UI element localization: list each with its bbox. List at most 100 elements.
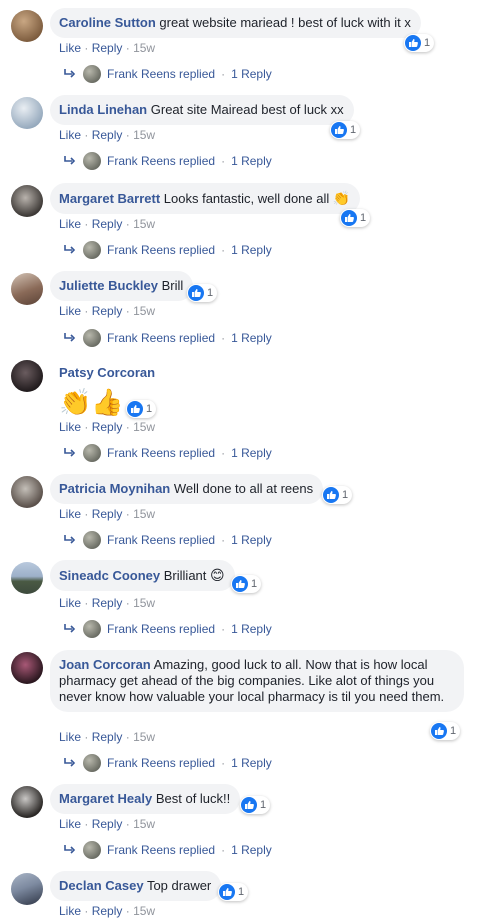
- reaction-count[interactable]: 1: [240, 796, 271, 814]
- comment-author[interactable]: Linda Linehan: [59, 102, 147, 117]
- like-link[interactable]: Like: [59, 596, 81, 610]
- reaction-count[interactable]: 1: [187, 284, 218, 302]
- replier-name[interactable]: Frank Reens replied: [107, 154, 215, 168]
- avatar[interactable]: [11, 562, 43, 594]
- reaction-count[interactable]: 1: [322, 486, 353, 504]
- timestamp[interactable]: 15w: [133, 596, 155, 610]
- comment-author[interactable]: Patsy Corcoran: [59, 365, 155, 380]
- reply-count[interactable]: 1 Reply: [231, 446, 272, 460]
- comment-author[interactable]: Caroline Sutton: [59, 15, 156, 30]
- timestamp[interactable]: 15w: [133, 304, 155, 318]
- reaction-count[interactable]: 1: [330, 121, 361, 139]
- reply-link[interactable]: Reply: [92, 507, 123, 521]
- replier-name[interactable]: Frank Reens replied: [107, 67, 215, 81]
- timestamp[interactable]: 15w: [133, 420, 155, 434]
- comment-bubble: Joan Corcoran Amazing, good luck to all.…: [50, 650, 464, 712]
- avatar[interactable]: [11, 873, 43, 905]
- like-link[interactable]: Like: [59, 507, 81, 521]
- replies-link[interactable]: Frank Reens replied · 1 Reply: [63, 65, 272, 83]
- like-link[interactable]: Like: [59, 817, 81, 831]
- replies-link[interactable]: Frank Reens replied · 1 Reply: [63, 152, 272, 170]
- timestamp[interactable]: 15w: [133, 217, 155, 231]
- replier-name[interactable]: Frank Reens replied: [107, 533, 215, 547]
- reply-count[interactable]: 1 Reply: [231, 331, 272, 345]
- reply-link[interactable]: Reply: [92, 41, 123, 55]
- timestamp[interactable]: 15w: [133, 507, 155, 521]
- comment-text: Top drawer: [146, 878, 212, 893]
- reply-link[interactable]: Reply: [92, 596, 123, 610]
- reaction-count[interactable]: 1: [231, 575, 262, 593]
- reply-count[interactable]: 1 Reply: [231, 67, 272, 81]
- comment-actions: Like · Reply · 15w: [59, 41, 155, 55]
- timestamp[interactable]: 15w: [133, 128, 155, 142]
- comment-author[interactable]: Sineadc Cooney: [59, 568, 160, 583]
- separator: ·: [221, 243, 226, 257]
- separator: ·: [221, 331, 226, 345]
- timestamp[interactable]: 15w: [133, 817, 155, 831]
- reply-link[interactable]: Reply: [92, 904, 123, 918]
- comment-author[interactable]: Joan Corcoran: [59, 657, 151, 672]
- comment-author[interactable]: Declan Casey: [59, 878, 144, 893]
- reply-link[interactable]: Reply: [92, 420, 123, 434]
- comment-bubble: Linda Linehan Great site Mairead best of…: [50, 95, 354, 125]
- comment-text: Best of luck!!: [155, 791, 231, 806]
- replies-link[interactable]: Frank Reens replied · 1 Reply: [63, 754, 272, 772]
- avatar[interactable]: [11, 786, 43, 818]
- reply-count[interactable]: 1 Reply: [231, 533, 272, 547]
- like-link[interactable]: Like: [59, 904, 81, 918]
- separator: ·: [125, 507, 130, 521]
- replier-name[interactable]: Frank Reens replied: [107, 243, 215, 257]
- reply-link[interactable]: Reply: [92, 128, 123, 142]
- replier-name[interactable]: Frank Reens replied: [107, 331, 215, 345]
- replies-link[interactable]: Frank Reens replied · 1 Reply: [63, 241, 272, 259]
- replier-name[interactable]: Frank Reens replied: [107, 843, 215, 857]
- smiling-face-emoji: 😊: [210, 567, 225, 583]
- comment-author[interactable]: Margaret Healy: [59, 791, 152, 806]
- timestamp[interactable]: 15w: [133, 41, 155, 55]
- avatar[interactable]: [11, 476, 43, 508]
- comment-author[interactable]: Margaret Barrett: [59, 191, 160, 206]
- replies-link[interactable]: Frank Reens replied · 1 Reply: [63, 841, 272, 859]
- reply-count[interactable]: 1 Reply: [231, 154, 272, 168]
- avatar[interactable]: [11, 10, 43, 42]
- replies-link[interactable]: Frank Reens replied · 1 Reply: [63, 620, 272, 638]
- avatar[interactable]: [11, 360, 43, 392]
- reply-link[interactable]: Reply: [92, 217, 123, 231]
- reply-count[interactable]: 1 Reply: [231, 756, 272, 770]
- like-link[interactable]: Like: [59, 730, 81, 744]
- timestamp[interactable]: 15w: [133, 730, 155, 744]
- like-link[interactable]: Like: [59, 420, 81, 434]
- avatar[interactable]: [11, 652, 43, 684]
- reply-link[interactable]: Reply: [92, 304, 123, 318]
- replies-link[interactable]: Frank Reens replied · 1 Reply: [63, 444, 272, 462]
- reaction-count[interactable]: 1: [430, 722, 461, 740]
- avatar[interactable]: [11, 273, 43, 305]
- replier-avatar: [83, 152, 101, 170]
- comment-author[interactable]: Patricia Moynihan: [59, 481, 170, 496]
- like-link[interactable]: Like: [59, 304, 81, 318]
- reply-count[interactable]: 1 Reply: [231, 843, 272, 857]
- comment-bubble: Sineadc Cooney Brilliant 😊: [50, 560, 235, 591]
- timestamp[interactable]: 15w: [133, 904, 155, 918]
- separator: ·: [221, 533, 226, 547]
- avatar[interactable]: [11, 185, 43, 217]
- replies-link[interactable]: Frank Reens replied · 1 Reply: [63, 531, 272, 549]
- reply-link[interactable]: Reply: [92, 817, 123, 831]
- avatar[interactable]: [11, 97, 43, 129]
- like-link[interactable]: Like: [59, 217, 81, 231]
- reaction-count[interactable]: 1: [126, 400, 157, 418]
- comment-author[interactable]: Juliette Buckley: [59, 278, 158, 293]
- reaction-count[interactable]: 1: [218, 883, 249, 901]
- reply-link[interactable]: Reply: [92, 730, 123, 744]
- reaction-number: 1: [146, 403, 153, 415]
- reply-count[interactable]: 1 Reply: [231, 243, 272, 257]
- replier-name[interactable]: Frank Reens replied: [107, 622, 215, 636]
- like-link[interactable]: Like: [59, 128, 81, 142]
- reply-count[interactable]: 1 Reply: [231, 622, 272, 636]
- replies-link[interactable]: Frank Reens replied · 1 Reply: [63, 329, 272, 347]
- replier-name[interactable]: Frank Reens replied: [107, 756, 215, 770]
- replier-name[interactable]: Frank Reens replied: [107, 446, 215, 460]
- reaction-count[interactable]: 1: [404, 34, 435, 52]
- reaction-count[interactable]: 1: [340, 209, 371, 227]
- like-link[interactable]: Like: [59, 41, 81, 55]
